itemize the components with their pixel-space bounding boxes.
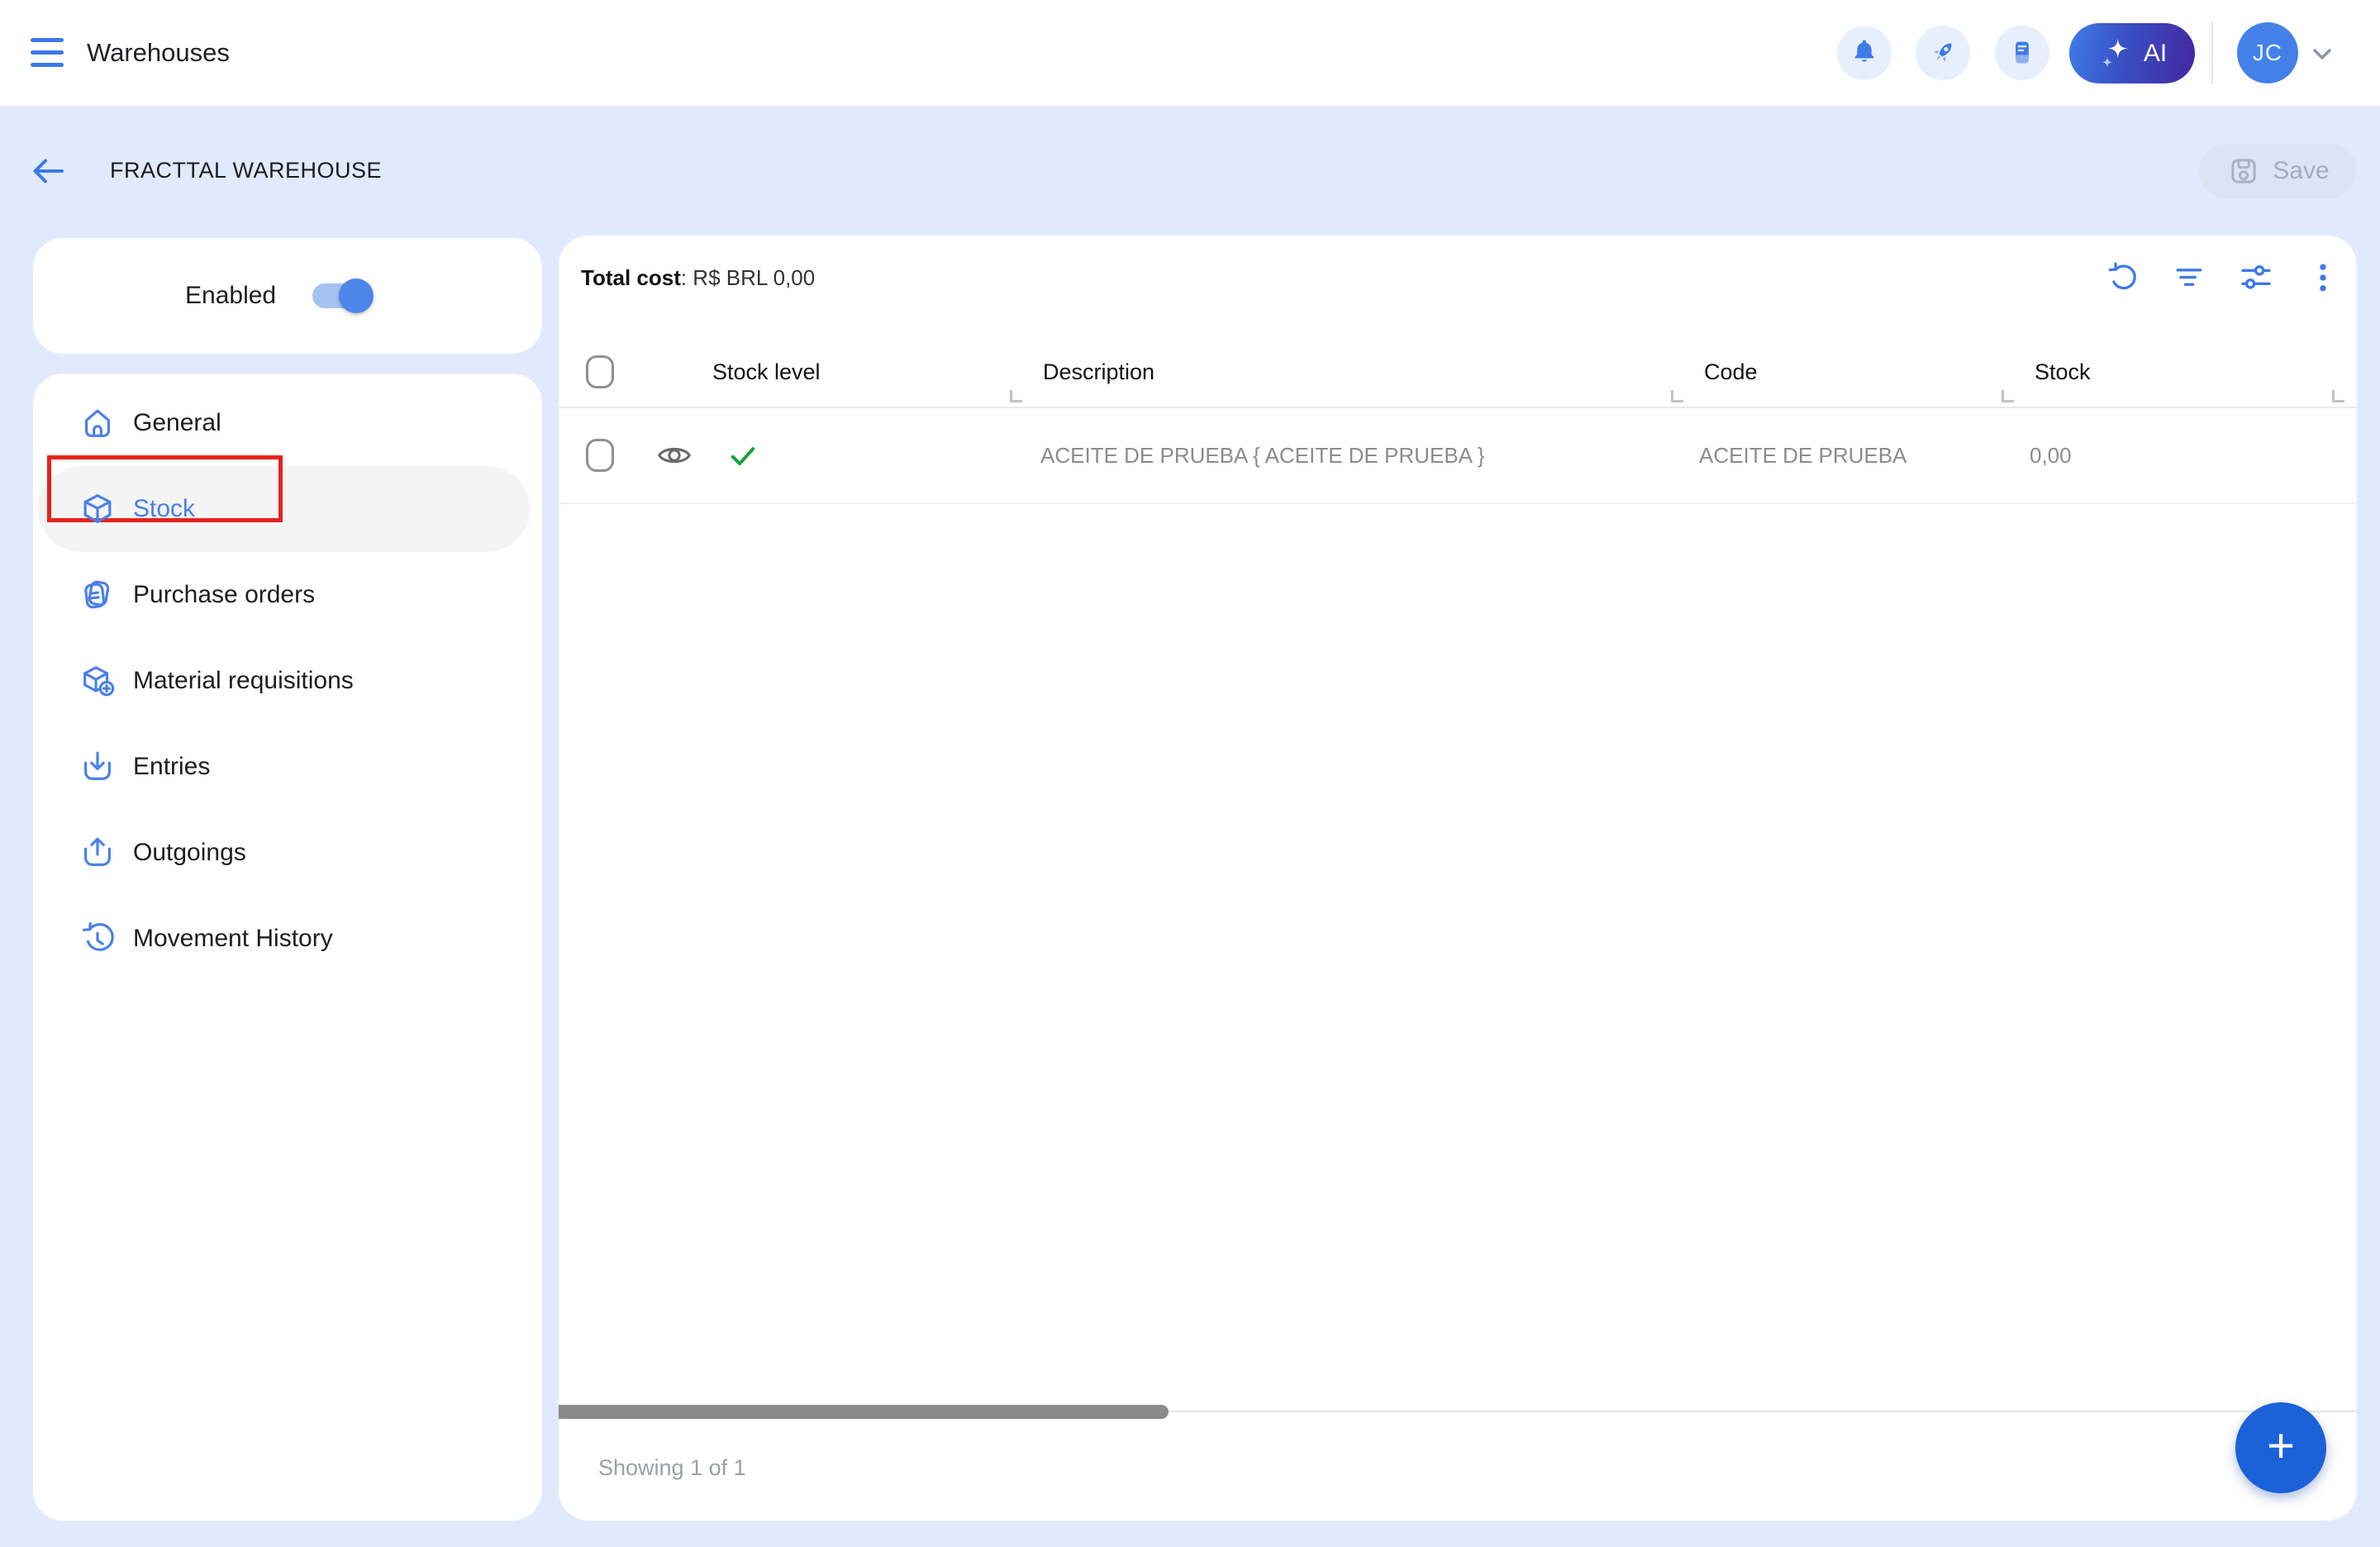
- column-resize-handle[interactable]: [2002, 390, 2014, 402]
- total-cost-value: : R$ BRL 0,00: [681, 265, 815, 290]
- save-button[interactable]: Save: [2199, 144, 2357, 198]
- floppy-disk-icon: [2226, 154, 2261, 188]
- documentation-button[interactable]: [1995, 26, 2049, 80]
- history-icon: [79, 920, 117, 958]
- bell-icon: [1849, 37, 1880, 69]
- horizontal-scrollbar-thumb[interactable]: [559, 1405, 1169, 1419]
- sidebar-item-entries[interactable]: Entries: [33, 724, 542, 810]
- sidebar-item-label: Entries: [133, 753, 210, 781]
- cell-code: ACEITE DE PRUEBA: [1699, 408, 1906, 502]
- cell-description: ACEITE DE PRUEBA { ACEITE DE PRUEBA }: [1040, 408, 1485, 502]
- column-header-description[interactable]: Description: [1043, 337, 1154, 407]
- save-label: Save: [2273, 157, 2329, 185]
- ai-label: AI: [2144, 40, 2167, 68]
- enabled-card: Enabled: [33, 238, 542, 354]
- filter-icon[interactable]: [2159, 247, 2220, 308]
- column-resize-handle[interactable]: [2332, 390, 2344, 402]
- table-row[interactable]: ACEITE DE PRUEBA { ACEITE DE PRUEBA } AC…: [559, 408, 2357, 504]
- select-all-checkbox[interactable]: [586, 355, 614, 388]
- page-title: FRACTTAL WAREHOUSE: [110, 116, 382, 225]
- sidebar-item-outgoings[interactable]: Outgoings: [33, 810, 542, 896]
- top-app-bar: Warehouses: [0, 0, 2380, 106]
- sidebar-item-general[interactable]: General: [33, 380, 542, 466]
- sidebar-item-label: Purchase orders: [133, 581, 315, 609]
- stock-panel: Total cost: R$ BRL 0,00 Stock level Desc…: [559, 236, 2357, 1521]
- sidebar-item-stock[interactable]: Stock: [33, 466, 542, 552]
- app-title: Warehouses: [87, 0, 230, 106]
- back-arrow-icon[interactable]: [28, 151, 68, 191]
- table-header-row: Stock level Description Code Stock: [559, 337, 2357, 408]
- sidebar-menu: General Stock Purchase orders: [33, 374, 542, 1521]
- sidebar-item-purchase-orders[interactable]: Purchase orders: [33, 552, 542, 638]
- home-icon: [79, 404, 117, 442]
- sidebar-item-label: Material requisitions: [133, 667, 354, 695]
- kebab-menu-icon[interactable]: [2292, 247, 2354, 308]
- column-header-stock-level[interactable]: Stock level: [712, 337, 821, 407]
- ai-assistant-button[interactable]: AI: [2069, 23, 2195, 83]
- hamburger-menu-icon[interactable]: [31, 38, 64, 68]
- stock-ok-icon: [726, 438, 760, 473]
- enabled-toggle[interactable]: [312, 283, 365, 308]
- total-cost-label: Total cost: [581, 265, 681, 290]
- whats-new-button[interactable]: [1916, 26, 1970, 80]
- column-resize-handle[interactable]: [1010, 390, 1022, 402]
- column-header-stock[interactable]: Stock: [2035, 337, 2091, 407]
- row-checkbox[interactable]: [586, 439, 614, 472]
- sidebar-item-movement-history[interactable]: Movement History: [33, 896, 542, 982]
- cell-stock: 0,00: [2030, 408, 2072, 502]
- chevron-down-icon[interactable]: [2308, 46, 2336, 63]
- topbar-divider: [2211, 21, 2213, 84]
- notifications-button[interactable]: [1837, 26, 1892, 80]
- arrow-out-of-tray-icon: [79, 834, 117, 872]
- sparkle-icon: [2097, 36, 2134, 72]
- arrow-into-tray-icon: [79, 748, 117, 786]
- pagination-status: Showing 1 of 1: [598, 1429, 746, 1507]
- column-resize-handle[interactable]: [1671, 390, 1683, 402]
- add-item-fab[interactable]: +: [2235, 1402, 2326, 1493]
- tune-icon[interactable]: [2225, 247, 2287, 308]
- receipt-icon: [79, 576, 117, 614]
- user-avatar[interactable]: JC: [2237, 22, 2298, 83]
- sidebar-item-label: General: [133, 409, 221, 437]
- column-header-code[interactable]: Code: [1704, 337, 1758, 407]
- enabled-label: Enabled: [185, 238, 276, 354]
- refresh-icon[interactable]: [2092, 247, 2153, 308]
- preview-eye-icon[interactable]: [655, 436, 693, 474]
- sidebar-item-label: Stock: [133, 495, 195, 523]
- sidebar-item-material-requisitions[interactable]: Material requisitions: [33, 638, 542, 724]
- cube-plus-icon: [79, 662, 117, 700]
- sidebar-item-label: Movement History: [133, 925, 333, 953]
- plus-icon: +: [2267, 1422, 2295, 1470]
- rocket-icon: [1927, 37, 1959, 69]
- sidebar-item-label: Outgoings: [133, 839, 246, 867]
- cube-icon: [79, 490, 117, 528]
- document-icon: [2006, 37, 2038, 69]
- total-cost: Total cost: R$ BRL 0,00: [581, 265, 815, 291]
